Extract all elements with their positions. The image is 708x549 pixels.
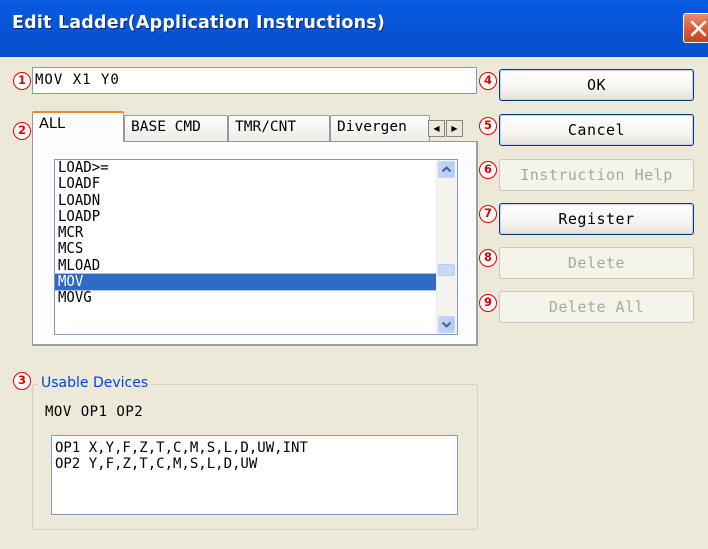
badge-6: 6	[479, 161, 497, 179]
tab-scroll-right-button[interactable]: ▶	[446, 120, 463, 137]
scroll-down-button[interactable]	[438, 316, 455, 333]
scroll-up-button[interactable]	[438, 161, 455, 178]
tab-tmr-cnt[interactable]: TMR/CNT	[228, 115, 330, 141]
tab-all[interactable]: ALL	[32, 111, 124, 142]
delete-button[interactable]: Delete	[499, 247, 694, 279]
list-item[interactable]: LOADN	[55, 192, 436, 209]
close-button[interactable]	[683, 13, 708, 43]
delete-all-button[interactable]: Delete All	[499, 291, 694, 323]
device-line-op1: OP1 X,Y,F,Z,T,C,M,S,L,D,UW,INT	[55, 440, 308, 456]
list-item[interactable]: LOADF	[55, 176, 436, 193]
instruction-input[interactable]: MOV X1 Y0	[32, 67, 477, 94]
instruction-list[interactable]: LOAD>= LOADF LOADN LOADP MCR MCS MLOAD M…	[54, 159, 458, 335]
tab-divergence[interactable]: Divergen	[330, 115, 430, 141]
badge-9: 9	[479, 294, 497, 312]
list-item[interactable]: MCR	[55, 225, 436, 242]
scroll-thumb[interactable]	[438, 264, 455, 276]
list-item[interactable]: LOADP	[55, 208, 436, 225]
instruction-help-button[interactable]: Instruction Help	[499, 159, 694, 191]
badge-1: 1	[13, 72, 31, 90]
tab-base-cmd[interactable]: BASE CMD	[124, 115, 228, 141]
usable-devices-legend: Usable Devices	[38, 375, 152, 391]
list-item[interactable]: MLOAD	[55, 257, 436, 274]
cancel-button[interactable]: Cancel	[499, 114, 694, 146]
window-title: Edit Ladder(Application Instructions)	[12, 13, 386, 33]
instruction-tabs: ALL BASE CMD TMR/CNT Divergen ◀ ▶ LOAD>=…	[32, 111, 478, 346]
instruction-syntax: MOV OP1 OP2	[45, 404, 144, 420]
arrow-left-icon: ◀	[433, 124, 440, 133]
chevron-up-icon	[441, 166, 452, 173]
arrow-right-icon: ▶	[451, 124, 458, 133]
close-icon	[690, 20, 707, 37]
title-bar: Edit Ladder(Application Instructions)	[0, 0, 708, 57]
badge-2: 2	[13, 122, 31, 140]
badge-4: 4	[479, 72, 497, 90]
list-item-selected[interactable]: MOV	[55, 273, 436, 291]
register-button[interactable]: Register	[499, 203, 694, 235]
ok-button[interactable]: OK	[499, 69, 694, 101]
badge-7: 7	[479, 205, 497, 223]
list-item[interactable]: MCS	[55, 241, 436, 258]
list-item[interactable]: LOAD>=	[55, 160, 436, 177]
tab-scroll-left-button[interactable]: ◀	[428, 120, 445, 137]
list-item[interactable]: MOVG	[55, 290, 436, 307]
badge-3: 3	[13, 372, 31, 390]
usable-devices-box: OP1 X,Y,F,Z,T,C,M,S,L,D,UW,INT OP2 Y,F,Z…	[51, 435, 458, 515]
instruction-list-items: LOAD>= LOADF LOADN LOADP MCR MCS MLOAD M…	[55, 160, 436, 307]
badge-8: 8	[479, 249, 497, 267]
chevron-down-icon	[441, 321, 452, 328]
device-line-op2: OP2 Y,F,Z,T,C,M,S,L,D,UW	[55, 456, 258, 472]
list-scrollbar[interactable]	[436, 160, 457, 334]
badge-5: 5	[479, 117, 497, 135]
